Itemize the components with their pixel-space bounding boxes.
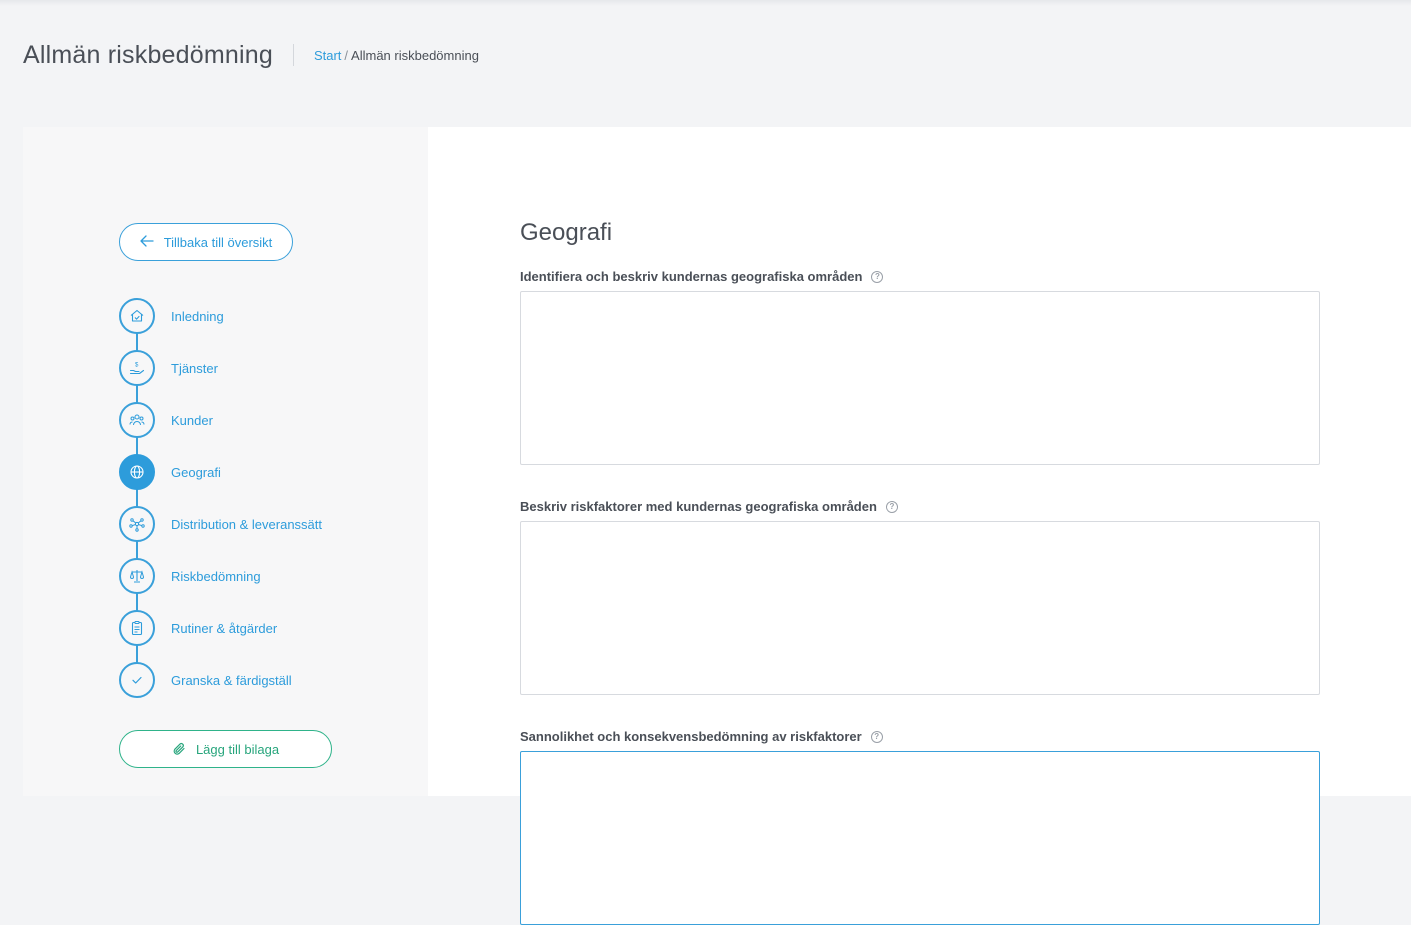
step-kunder[interactable]: Kunder — [119, 402, 419, 454]
paperclip-icon — [172, 742, 186, 756]
people-icon — [119, 402, 155, 438]
breadcrumb-separator: / — [344, 47, 349, 63]
field-label-geographic-areas: Identifiera och beskriv kundernas geogra… — [520, 269, 884, 284]
field-label-text: Beskriv riskfaktorer med kundernas geogr… — [520, 499, 877, 514]
breadcrumb-start-link[interactable]: Start — [314, 48, 341, 63]
house-check-icon — [119, 298, 155, 334]
step-geografi[interactable]: Geografi — [119, 454, 419, 506]
page-header: Allmän riskbedömning Start / Allmän riskbe… — [23, 38, 479, 72]
network-icon — [119, 506, 155, 542]
geographic-areas-textarea[interactable] — [520, 291, 1320, 465]
field-label-risk-factors: Beskriv riskfaktorer med kundernas geogr… — [520, 499, 898, 514]
sidebar: Tillbaka till översikt Inledning $ Tjäns… — [23, 127, 428, 796]
hand-dollar-icon: $ — [119, 350, 155, 386]
step-label: Kunder — [171, 413, 213, 428]
back-to-overview-button[interactable]: Tillbaka till översikt — [119, 223, 293, 261]
step-distribution[interactable]: Distribution & leveranssätt — [119, 506, 419, 558]
step-label: Riskbedömning — [171, 569, 261, 584]
step-inledning[interactable]: Inledning — [119, 298, 419, 350]
add-attachment-button[interactable]: Lägg till bilaga — [119, 730, 332, 768]
field-label-text: Identifiera och beskriv kundernas geogra… — [520, 269, 863, 284]
arrow-left-icon — [140, 234, 154, 250]
breadcrumb-current: Allmän riskbedömning — [351, 47, 479, 63]
help-icon[interactable]: ? — [871, 270, 884, 283]
attach-button-label: Lägg till bilaga — [195, 741, 280, 757]
step-label: Distribution & leveranssätt — [171, 517, 323, 532]
checkmark-icon — [119, 662, 155, 698]
step-label: Granska & färdigställ — [171, 673, 292, 688]
probability-consequence-textarea[interactable] — [520, 751, 1320, 925]
risk-factors-textarea[interactable] — [520, 521, 1320, 695]
step-label: Rutiner & åtgärder — [171, 621, 278, 636]
breadcrumb: Start / Allmän riskbedömning — [314, 48, 479, 63]
scales-icon — [119, 558, 155, 594]
field-label-probability-consequence: Sannolikhet och konsekvensbedömning av r… — [520, 729, 883, 744]
step-rutiner[interactable]: Rutiner & åtgärder — [119, 610, 419, 662]
step-granska[interactable]: Granska & färdigställ — [119, 662, 419, 714]
step-label: Geografi — [171, 465, 221, 480]
step-tjanster[interactable]: $ Tjänster — [119, 350, 419, 402]
header-divider — [292, 44, 294, 66]
step-label: Tjänster — [171, 361, 218, 376]
globe-icon — [119, 454, 155, 490]
clipboard-icon — [119, 610, 155, 646]
section-title: Geografi — [520, 219, 613, 246]
top-shadow — [0, 0, 1411, 6]
help-icon[interactable]: ? — [885, 500, 898, 513]
help-icon[interactable]: ? — [870, 730, 883, 743]
step-navigation: Inledning $ Tjänster Kunder Geografi Dis… — [119, 298, 419, 714]
step-label: Inledning — [171, 309, 224, 324]
main-content: Geografi Identifiera och beskriv kundern… — [428, 127, 1411, 925]
svg-text:$: $ — [135, 363, 139, 369]
step-riskbedomning[interactable]: Riskbedömning — [119, 558, 419, 610]
back-button-label: Tillbaka till översikt — [163, 234, 273, 250]
page-title: Allmän riskbedömning — [23, 40, 273, 69]
field-label-text: Sannolikhet och konsekvensbedömning av r… — [520, 729, 862, 744]
